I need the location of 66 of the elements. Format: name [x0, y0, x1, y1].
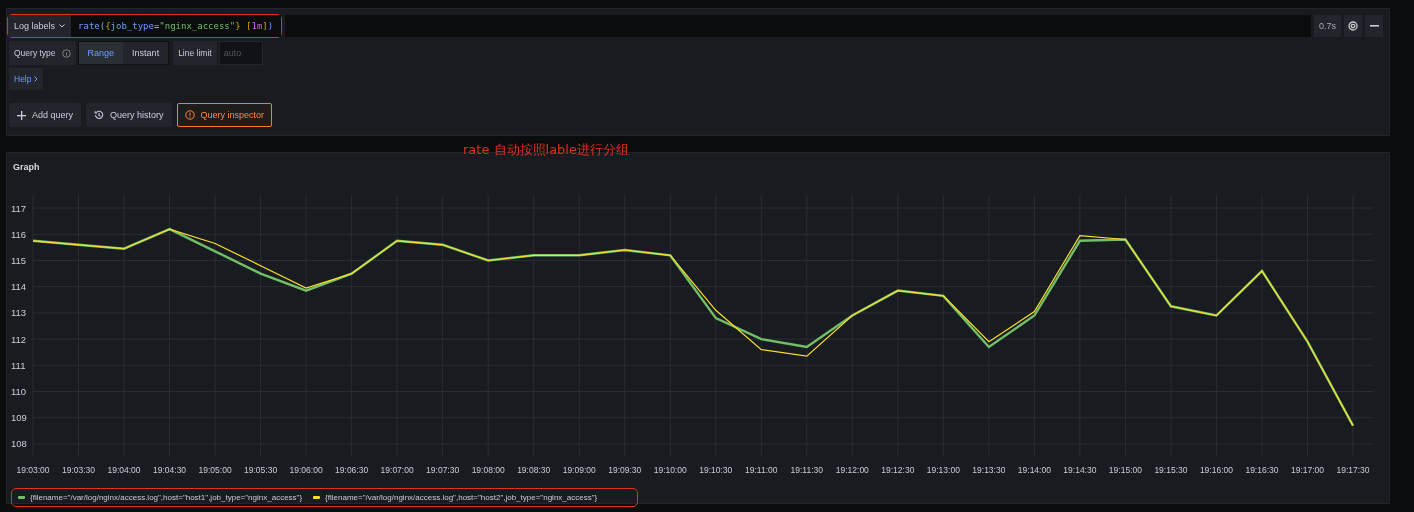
history-icon — [94, 110, 105, 120]
x-tick-label: 19:12:30 — [881, 465, 915, 475]
x-tick-label: 19:11:00 — [745, 465, 778, 475]
remove-button[interactable] — [1365, 15, 1383, 37]
x-tick-label: 19:13:00 — [926, 465, 960, 475]
line-limit-field[interactable]: auto — [218, 41, 263, 65]
y-tick-label: 113 — [11, 307, 27, 319]
x-tick-label: 19:15:30 — [1154, 465, 1188, 475]
y-tick-label: 108 — [11, 438, 27, 450]
x-tick-label: 19:13:30 — [972, 465, 1006, 475]
legend-label[interactable]: {filename="/var/log/nginx/access.log",host="host1",job_type="nginx_access"} — [30, 493, 303, 502]
x-tick-label: 19:08:30 — [517, 465, 551, 475]
info-icon — [61, 48, 71, 58]
minus-icon — [1369, 25, 1379, 27]
x-tick-label: 19:12:00 — [835, 465, 869, 475]
y-tick-label: 116 — [11, 228, 27, 240]
chevron-down-icon — [59, 24, 66, 28]
x-tick-label: 19:05:30 — [244, 465, 278, 475]
query-type-label: Query type — [14, 48, 56, 58]
query-type-tab[interactable]: Instant — [123, 42, 169, 64]
y-tick-label: 115 — [11, 255, 27, 266]
x-tick-label: 19:05:00 — [198, 465, 232, 475]
x-tick-label: 19:07:30 — [426, 465, 460, 475]
y-tick-label: 117 — [11, 202, 27, 214]
help-link[interactable]: Help — [9, 68, 43, 90]
y-tick-label: 114 — [11, 281, 27, 293]
plus-icon — [17, 110, 26, 120]
x-tick-label: 19:03:30 — [61, 465, 96, 475]
chevron-right-icon — [33, 76, 38, 82]
x-tick-label: 19:08:00 — [471, 465, 505, 475]
target-icon — [1348, 21, 1358, 31]
query-type-tab[interactable]: Range — [78, 42, 124, 64]
y-tick-label: 109 — [11, 412, 27, 424]
y-tick-label: 111 — [11, 359, 26, 371]
x-tick-label: 19:17:30 — [1336, 465, 1370, 475]
x-tick-label: 19:03:00 — [16, 465, 50, 475]
x-tick-label: 19:09:30 — [608, 465, 642, 475]
x-tick-label: 19:04:30 — [153, 465, 187, 475]
x-tick-label: 19:11:30 — [790, 465, 823, 475]
x-tick-label: 19:14:30 — [1063, 465, 1097, 475]
action-button[interactable]: Query history — [86, 103, 172, 127]
x-tick-label: 19:15:00 — [1108, 465, 1142, 475]
settings-button[interactable] — [1344, 15, 1362, 37]
log-labels-button[interactable]: Log labels — [8, 15, 72, 37]
duration-badge: 0.7s — [1314, 15, 1341, 37]
x-tick-label: 19:14:00 — [1017, 465, 1051, 475]
x-tick-label: 19:07:00 — [380, 465, 414, 475]
x-tick-label: 19:06:00 — [289, 465, 323, 475]
query-field[interactable]: rate({job_type="nginx_access"} [1m]) — [71, 15, 282, 37]
x-tick-label: 19:09:00 — [562, 465, 596, 475]
x-tick-label: 19:04:00 — [107, 465, 141, 475]
y-tick-label: 110 — [11, 386, 27, 397]
x-tick-label: 19:06:30 — [335, 465, 369, 475]
annotation-text: rate 自动按照lable进行分组 — [463, 141, 629, 159]
action-button[interactable]: Add query — [9, 103, 82, 127]
x-tick-label: 19:16:30 — [1245, 465, 1279, 475]
x-tick-label: 19:16:00 — [1199, 465, 1233, 475]
action-button[interactable]: Query inspector — [176, 103, 273, 127]
x-tick-label: 19:17:00 — [1290, 465, 1324, 475]
info-icon — [184, 110, 195, 120]
x-tick-label: 19:10:30 — [699, 465, 733, 475]
legend-label[interactable]: {filename="/var/log/nginx/access.log",host="host2",job_type="nginx_access"} — [325, 493, 598, 502]
panel-title: Graph — [12, 161, 41, 174]
y-tick-label: 112 — [11, 333, 27, 345]
line-limit-label: Line limit — [173, 41, 217, 65]
x-tick-label: 19:10:00 — [653, 465, 687, 475]
